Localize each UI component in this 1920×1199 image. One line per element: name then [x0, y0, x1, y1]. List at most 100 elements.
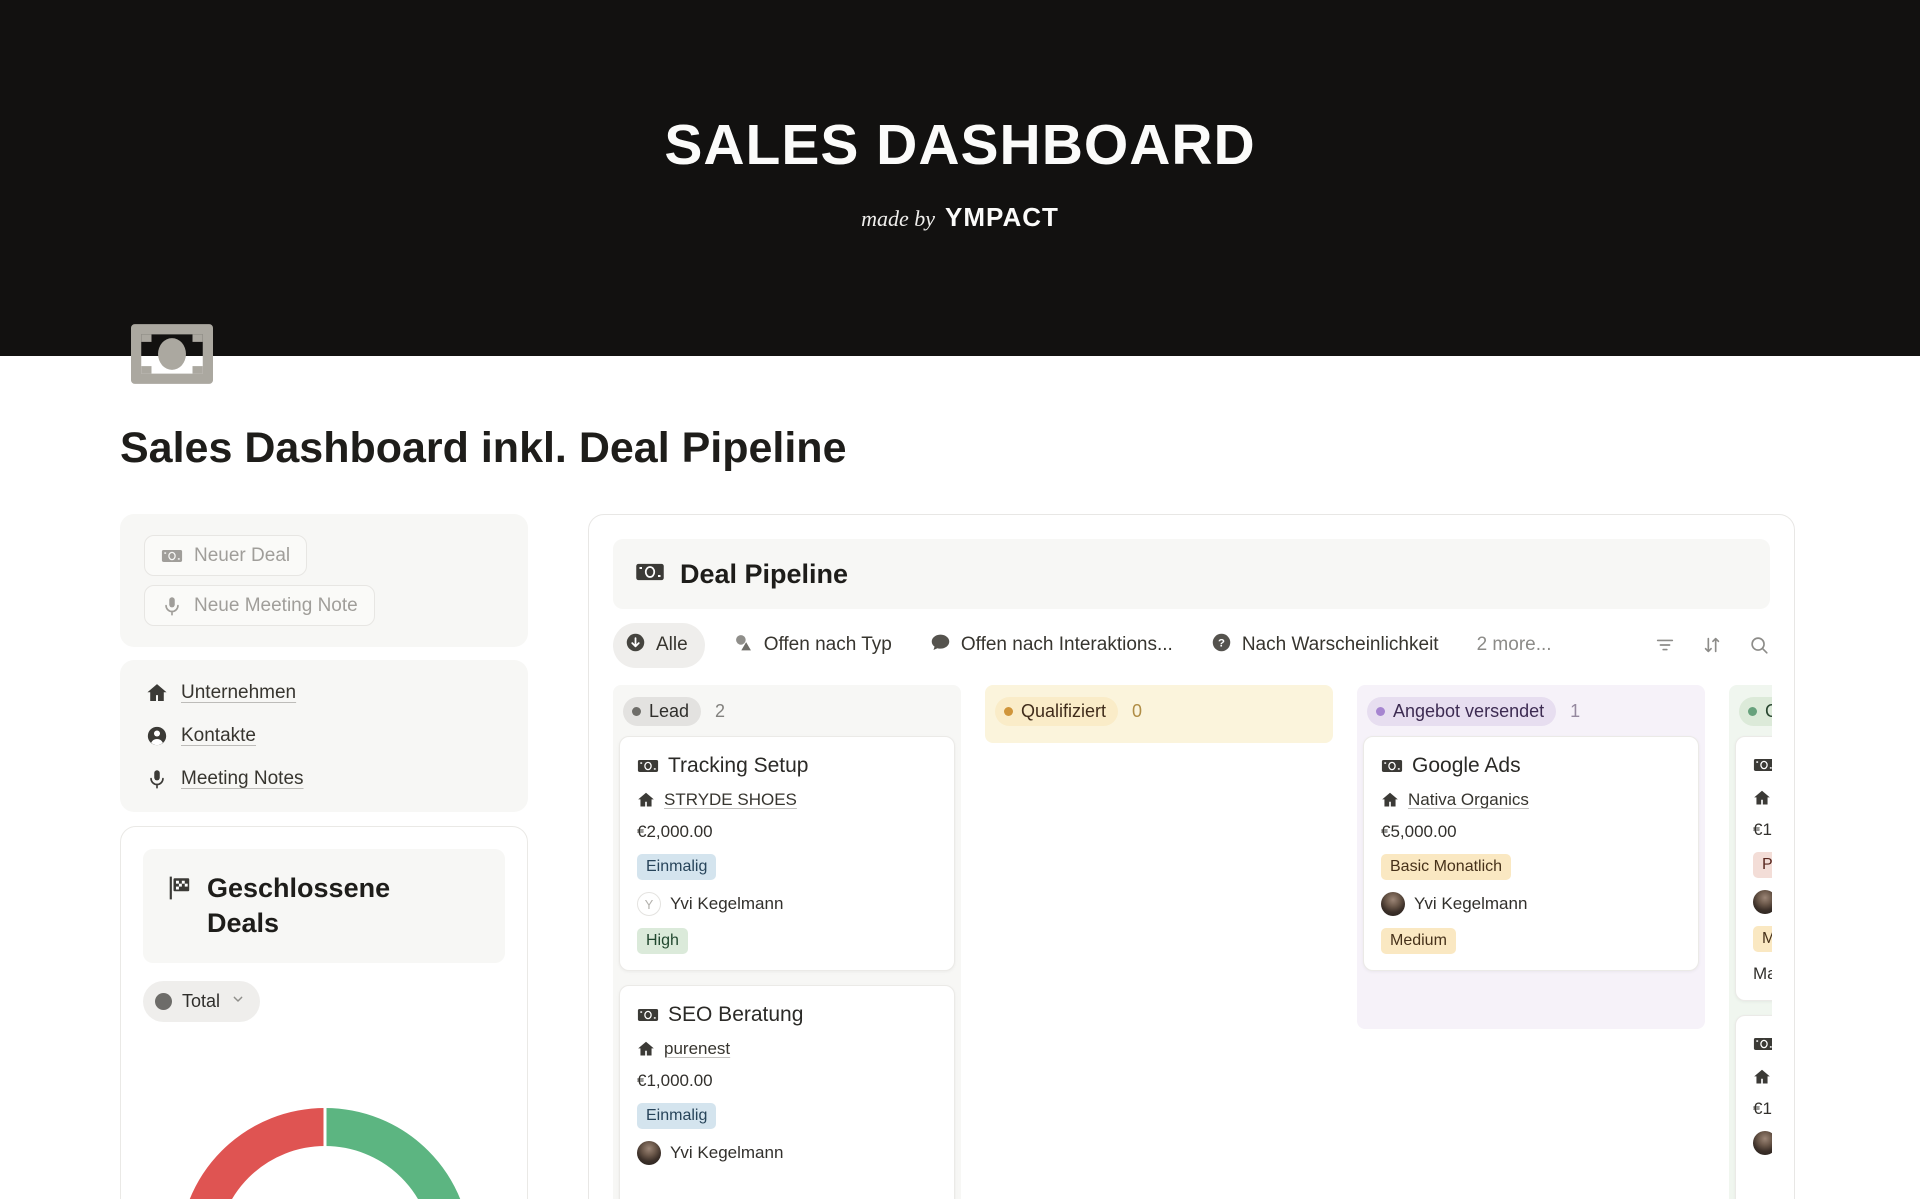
filter-label: Total: [182, 991, 220, 1012]
kanban-column-gewonnen-clipped: Ge V €10, Pre: [1729, 685, 1772, 1199]
owner-row: [1753, 1131, 1772, 1155]
company-link[interactable]: STRYDE SHOES: [664, 790, 797, 810]
deal-title: Tracking Setup: [668, 754, 808, 778]
tab-offen-nach-typ[interactable]: Offen nach Typ: [733, 632, 892, 659]
board-header: Deal Pipeline: [613, 539, 1770, 609]
company-row: STRYDE SHOES: [637, 790, 937, 810]
deal-card-seo-beratung[interactable]: SEO Beratung purenest €1,000.00 Einmalig…: [619, 985, 955, 1199]
status-dot: [632, 707, 641, 716]
status-label: Ge: [1765, 701, 1772, 722]
tab-offen-nach-interaktions[interactable]: Offen nach Interaktions...: [930, 632, 1173, 659]
column-header: Angebot versendet 1: [1363, 691, 1699, 736]
deal-card-clipped-2[interactable]: I €1,5: [1735, 1015, 1772, 1199]
tab-label: Alle: [656, 634, 688, 656]
tab-alle[interactable]: Alle: [613, 623, 705, 668]
more-views-button[interactable]: 2 more...: [1477, 634, 1552, 656]
deal-title: Google Ads: [1412, 754, 1521, 778]
chevron-down-icon: [230, 991, 246, 1012]
sidebar-link-kontakte[interactable]: Kontakte: [146, 725, 256, 747]
card-title-row: SEO Beratung: [637, 1003, 937, 1027]
neuer-deal-button[interactable]: Neuer Deal: [144, 535, 307, 576]
person-circle-icon: [146, 725, 168, 747]
banknote-icon: [161, 545, 183, 567]
sidebar: Neuer Deal Neue Meeting Note Unternehmen: [120, 514, 528, 1199]
company-link[interactable]: Nativa Organics: [1408, 790, 1529, 810]
button-label: Neue Meeting Note: [194, 595, 358, 617]
closed-deals-widget: Geschlossene Deals Total: [120, 826, 528, 1199]
page-cover: SALES DASHBOARD made by YMPACT: [0, 0, 1920, 356]
card-title-row: [1753, 754, 1772, 776]
speech-bubble-icon: [930, 632, 951, 659]
column-header: Qualifiziert 0: [991, 691, 1327, 736]
type-tag: Einmalig: [637, 1103, 716, 1129]
cover-subtitle: made by YMPACT: [861, 202, 1059, 233]
deal-card-tracking-setup[interactable]: Tracking Setup STRYDE SHOES €2,000.00 Ei…: [619, 736, 955, 971]
deal-amount: €5,000.00: [1381, 822, 1681, 842]
page-banknote-icon[interactable]: [131, 324, 213, 384]
owner-name: Yvi Kegelmann: [670, 1143, 783, 1163]
link-label: Meeting Notes: [181, 768, 304, 790]
closed-deals-header: Geschlossene Deals: [143, 849, 505, 963]
owner-row: Y Yvi Kegelmann: [637, 892, 937, 916]
circle-down-icon: [625, 632, 646, 659]
house-icon: [1753, 1068, 1771, 1086]
tab-label: Offen nach Interaktions...: [961, 634, 1173, 656]
column-header: Lead 2: [619, 691, 955, 736]
sidebar-link-unternehmen[interactable]: Unternehmen: [146, 682, 296, 704]
total-filter-dropdown[interactable]: Total: [143, 981, 260, 1022]
card-title-row: [1753, 1033, 1772, 1055]
kanban-board: Lead 2 Tracking Setup STRYDE SHOES €2,00…: [613, 685, 1772, 1199]
cover-title: SALES DASHBOARD: [664, 112, 1255, 178]
house-icon: [637, 1040, 655, 1058]
banknote-icon: [1753, 754, 1772, 776]
microphone-icon: [161, 595, 183, 617]
owner-row: Yvi Kegelmann: [1381, 892, 1681, 916]
status-label: Qualifiziert: [1021, 701, 1106, 722]
made-by-text: made by: [861, 206, 935, 232]
deal-amount: €10,: [1753, 820, 1772, 840]
deal-card-clipped-1[interactable]: V €10, Pre Me May: [1735, 736, 1772, 1001]
tab-label: Offen nach Typ: [764, 634, 892, 656]
view-tabs: Alle Offen nach Typ Offen nach Interakti…: [613, 621, 1770, 669]
sidebar-link-meeting-notes[interactable]: Meeting Notes: [146, 768, 304, 790]
status-pill-lead[interactable]: Lead: [623, 697, 701, 726]
owner-row: [1753, 890, 1772, 914]
status-pill-clipped[interactable]: Ge: [1739, 697, 1772, 726]
status-dot: [1376, 707, 1385, 716]
avatar-photo: [1753, 890, 1772, 914]
owner-name: Yvi Kegelmann: [670, 894, 783, 914]
avatar-photo: [1753, 1131, 1772, 1155]
status-dot: [1004, 707, 1013, 716]
status-pill-angebot-versendet[interactable]: Angebot versendet: [1367, 697, 1556, 726]
search-icon[interactable]: [1748, 634, 1770, 656]
company-row: Nativa Organics: [1381, 790, 1681, 810]
house-icon: [1753, 789, 1771, 807]
deal-card-google-ads[interactable]: Google Ads Nativa Organics €5,000.00 Bas…: [1363, 736, 1699, 971]
microphone-icon: [146, 768, 168, 790]
banknote-icon: [637, 755, 659, 777]
banknote-icon: [1381, 755, 1403, 777]
board-title: Deal Pipeline: [680, 559, 848, 590]
widget-title: Geschlossene Deals: [207, 871, 437, 941]
kanban-column-lead: Lead 2 Tracking Setup STRYDE SHOES €2,00…: [613, 685, 961, 1199]
house-icon: [637, 791, 655, 809]
question-circle-icon: ?: [1211, 632, 1232, 659]
banknote-icon: [637, 1004, 659, 1026]
type-tag: Basic Monatlich: [1381, 854, 1511, 880]
link-label: Kontakte: [181, 725, 256, 747]
sort-icon[interactable]: [1701, 634, 1723, 656]
priority-tag: High: [637, 928, 688, 954]
status-pill-qualifiziert[interactable]: Qualifiziert: [995, 697, 1118, 726]
link-label: Unternehmen: [181, 682, 296, 704]
type-tag: Pre: [1753, 852, 1772, 878]
column-header: Ge: [1735, 691, 1772, 736]
deal-amount: €1,000.00: [637, 1071, 937, 1091]
avatar-photo: [1381, 892, 1405, 916]
banknote-icon: [1753, 1033, 1772, 1055]
tab-nach-warscheinlichkeit[interactable]: ? Nach Warscheinlichkeit: [1211, 632, 1439, 659]
company-link[interactable]: purenest: [664, 1039, 730, 1059]
kanban-column-qualifiziert: Qualifiziert 0: [985, 685, 1333, 743]
neue-meeting-note-button[interactable]: Neue Meeting Note: [144, 585, 375, 626]
filter-icon[interactable]: [1654, 634, 1676, 656]
status-label: Angebot versendet: [1393, 701, 1544, 722]
